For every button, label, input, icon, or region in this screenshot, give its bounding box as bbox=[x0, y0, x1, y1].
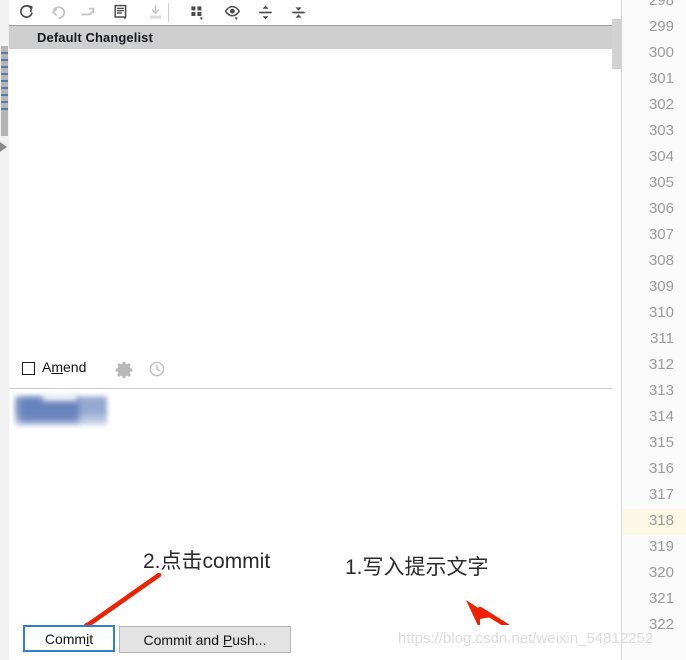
editor-line-number-gutter: 298 299 300 301 302 303 304 305 306 307 308 309 310 3… bbox=[621, 0, 686, 660]
line-number: 308 bbox=[648, 252, 674, 269]
commit-button[interactable]: Commit bbox=[23, 625, 115, 652]
changed-files-list[interactable] bbox=[9, 49, 621, 354]
rollback-icon bbox=[46, 1, 70, 24]
line-number: 321 bbox=[648, 590, 674, 607]
annotation-message: 1.写入提示文字 bbox=[345, 556, 489, 579]
changelist-row[interactable]: Default Changelist bbox=[9, 25, 621, 50]
refresh-icon[interactable] bbox=[14, 1, 38, 24]
commit-panel: Default Changelist Amend 2.点击commit 1.写入… bbox=[9, 25, 621, 660]
line-number: 316 bbox=[648, 460, 674, 477]
preview-diff-icon[interactable] bbox=[221, 1, 245, 24]
amend-row: Amend bbox=[9, 354, 621, 388]
line-number: 299 bbox=[648, 18, 674, 35]
line-number: 309 bbox=[648, 278, 674, 295]
amend-checkbox[interactable] bbox=[22, 362, 35, 375]
commit-changes-window: Default Changelist Amend 2.点击commit 1.写入… bbox=[0, 0, 686, 660]
line-number: 315 bbox=[648, 434, 674, 451]
line-number: 312 bbox=[648, 356, 674, 373]
line-number: 300 bbox=[648, 44, 674, 61]
line-number: 318 bbox=[648, 512, 674, 529]
gear-icon[interactable] bbox=[115, 360, 133, 379]
panel-scrollbar-thumb[interactable] bbox=[612, 19, 621, 69]
line-number: 305 bbox=[648, 174, 674, 191]
left-strip-caret-icon bbox=[0, 142, 7, 152]
commit-and-push-mnemonic: P bbox=[222, 631, 233, 648]
line-number: 303 bbox=[648, 122, 674, 139]
annotation-commit: 2.点击commit bbox=[143, 550, 271, 573]
watermark: https://blog.csdn.net/weixin_54812252 bbox=[398, 630, 654, 647]
amend-label-before: A bbox=[42, 359, 52, 375]
line-number: 311 bbox=[650, 330, 674, 347]
changelist-name: Default Changelist bbox=[37, 30, 153, 45]
line-number: 304 bbox=[648, 148, 674, 165]
group-by-icon[interactable] bbox=[186, 1, 210, 24]
line-number: 314 bbox=[648, 408, 674, 425]
line-number: 306 bbox=[648, 200, 674, 217]
amend-label-mnemonic: m bbox=[51, 359, 64, 375]
commit-message-redacted-text-2 bbox=[19, 398, 79, 422]
commit-and-push-label-after: ush... bbox=[232, 631, 267, 648]
line-number: 319 bbox=[648, 538, 674, 555]
commit-and-push-label-before: Commit and bbox=[143, 631, 223, 648]
line-number: 298 bbox=[648, 0, 674, 9]
line-number: 313 bbox=[648, 382, 674, 399]
toolbar-separator bbox=[168, 3, 169, 22]
line-number: 317 bbox=[648, 486, 674, 503]
panel-scrollbar[interactable] bbox=[612, 0, 621, 660]
amend-label: Amend bbox=[42, 359, 86, 375]
collapse-all-icon[interactable] bbox=[286, 1, 310, 24]
line-number: 307 bbox=[648, 226, 674, 243]
commit-and-push-button[interactable]: Commit and Push... bbox=[119, 626, 291, 653]
line-number: 320 bbox=[648, 564, 674, 581]
changes-toolbar bbox=[9, 0, 621, 25]
line-number: 310 bbox=[648, 304, 674, 321]
move-to-changelist-icon bbox=[76, 1, 100, 24]
line-number: 302 bbox=[648, 96, 674, 113]
commit-button-label-after: t bbox=[89, 630, 94, 647]
shelve-icon bbox=[143, 1, 167, 24]
commit-message-input[interactable] bbox=[9, 388, 621, 614]
commit-message-redacted-highlight bbox=[43, 392, 77, 401]
left-strip-marks bbox=[1, 52, 8, 124]
clock-icon[interactable] bbox=[148, 360, 166, 378]
show-diff-icon[interactable] bbox=[110, 1, 134, 24]
amend-label-after: end bbox=[63, 359, 87, 375]
expand-all-icon[interactable] bbox=[253, 1, 277, 24]
commit-button-label-before: Comm bbox=[44, 630, 87, 647]
line-number: 301 bbox=[648, 70, 674, 87]
